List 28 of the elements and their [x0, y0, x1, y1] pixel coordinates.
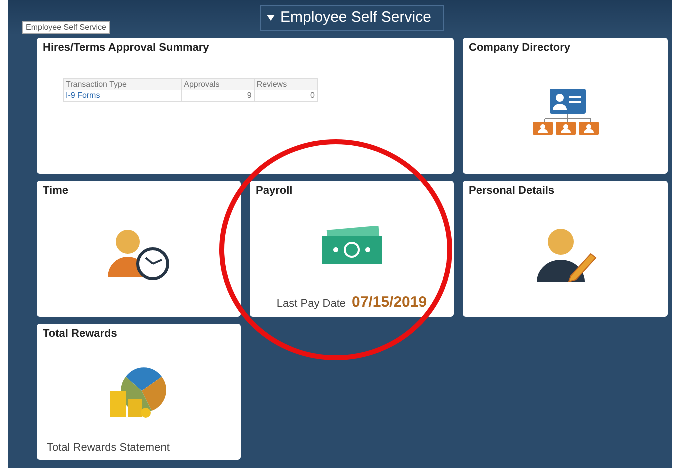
- footer-label: Last Pay Date: [276, 298, 346, 310]
- tile-title: Personal Details: [469, 185, 555, 197]
- money-icon: [320, 226, 384, 266]
- footer-value: 07/15/2019: [352, 294, 428, 311]
- tile-title: Total Rewards: [43, 328, 118, 340]
- tile[interactable]: Company Directory: [463, 38, 668, 174]
- tile[interactable]: Payroll Last Pay Date 07/15/2019: [250, 181, 454, 317]
- column-header: Reviews: [254, 78, 318, 90]
- table-link[interactable]: I-9 Forms: [64, 90, 182, 102]
- title-menu-button[interactable]: Employee Self Service: [260, 5, 444, 31]
- tile-title: Time: [43, 185, 68, 197]
- tile[interactable]: Time: [37, 181, 241, 317]
- tile[interactable]: Total Rewards Total Rewards Statement: [37, 324, 241, 460]
- caret-icon: [266, 14, 275, 20]
- tile[interactable]: Personal Details: [463, 181, 668, 317]
- column-header: Transaction Type: [64, 78, 182, 90]
- org-chart-icon: [530, 89, 600, 135]
- tile-title: Payroll: [256, 185, 293, 197]
- person-pencil-icon: [534, 228, 596, 282]
- column-header: Approvals: [182, 78, 254, 90]
- tooltip: Employee Self Service: [22, 21, 110, 34]
- table-cell: 0: [254, 90, 318, 102]
- person-clock-icon: [106, 229, 172, 281]
- tile-title: Company Directory: [469, 42, 570, 54]
- tile[interactable]: Hires/Terms Approval Summary Transaction Type Approvals Reviews I-9 Forms 9 0: [37, 38, 454, 174]
- tile-title: Hires/Terms Approval Summary: [43, 42, 210, 54]
- footer-label: Total Rewards Statement: [47, 442, 170, 454]
- table-cell: 9: [182, 90, 254, 102]
